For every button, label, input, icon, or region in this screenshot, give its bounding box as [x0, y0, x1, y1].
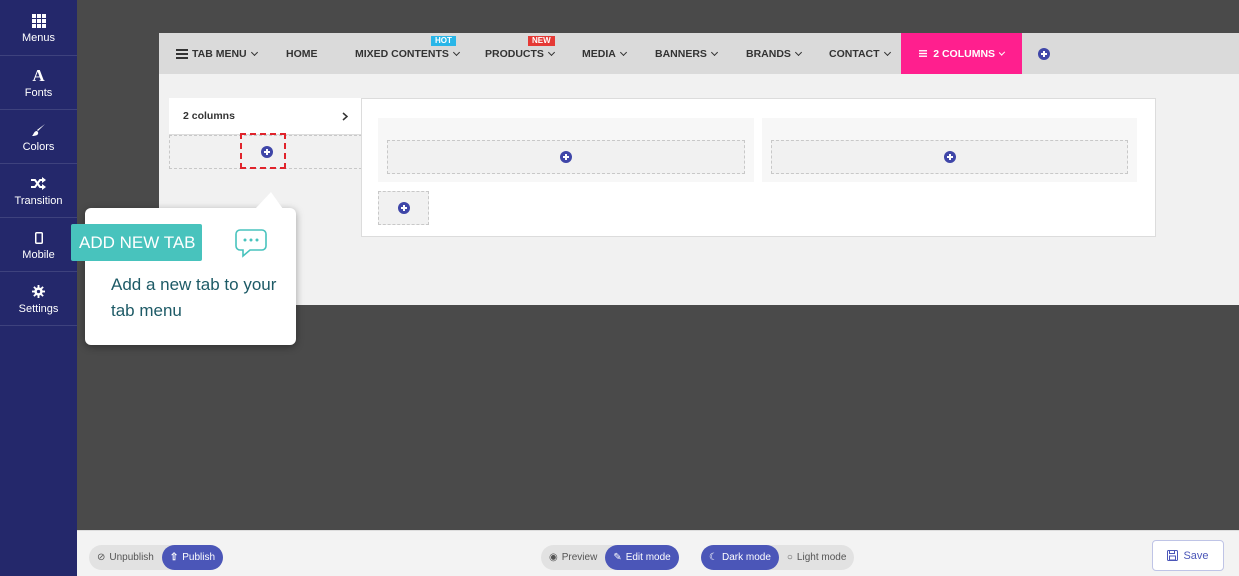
add-block-button[interactable]: [943, 151, 956, 163]
circle-icon: ○: [786, 552, 793, 563]
menu-item-label: 2 COLUMNS: [933, 47, 996, 60]
theme-toggle: ☾ Dark mode ○ Light mode: [701, 545, 855, 570]
dark-mode-button[interactable]: ☾ Dark mode: [701, 545, 779, 570]
brush-icon: [31, 121, 46, 139]
menu-item-label: PRODUCTS: [485, 47, 544, 60]
chevron-down-icon: [883, 48, 891, 56]
add-row-zone: [378, 191, 429, 225]
menu-item-label: MIXED CONTENTS: [355, 47, 449, 60]
chevron-down-icon: [794, 48, 802, 56]
menu-item-tab-menu[interactable]: TAB MENU: [176, 33, 258, 74]
view-mode-toggle: ◉ Preview ✎ Edit mode: [541, 545, 679, 570]
menu-item-contact[interactable]: CONTACT: [829, 33, 891, 74]
font-icon: A: [32, 65, 45, 85]
pencil-icon: ✎: [613, 552, 622, 563]
menu-item-label: BANNERS: [655, 47, 707, 60]
grid-icon: [31, 12, 46, 30]
plus-circle-icon: [1038, 47, 1050, 60]
sidebar-item-label: Colors: [22, 140, 55, 153]
column-1-drop-zone: [387, 140, 745, 174]
chevron-down-icon: [547, 48, 555, 56]
light-mode-button[interactable]: ○ Light mode: [779, 545, 855, 570]
chevron-down-icon: [998, 48, 1006, 56]
menu-item-label: MEDIA: [582, 47, 616, 60]
unpublish-button[interactable]: ⊘ Unpublish: [89, 545, 162, 570]
chevron-down-icon: [250, 48, 258, 56]
chevron-down-icon: [710, 48, 718, 56]
tab-menu-bar: TAB MENU HOME HOT MIXED CONTENTS NEW PRO…: [159, 33, 1239, 74]
chat-bubble-icon: [235, 229, 267, 258]
dark-mode-label: Dark mode: [721, 552, 771, 563]
menu-item-label: BRANDS: [746, 47, 791, 60]
add-menu-item-button[interactable]: [1038, 33, 1050, 74]
menu-item-label: CONTACT: [829, 47, 880, 60]
upload-icon: ⇧: [169, 552, 179, 563]
tab-item-label: 2 columns: [183, 110, 235, 122]
add-row-button[interactable]: [397, 202, 410, 214]
menu-item-mixed-contents[interactable]: HOT MIXED CONTENTS: [355, 33, 460, 74]
unpublish-label: Unpublish: [109, 552, 154, 563]
add-new-tab-button[interactable]: [260, 146, 273, 158]
menu-item-label: HOME: [286, 47, 318, 60]
column-2: [762, 118, 1137, 182]
moon-icon: ☾: [709, 552, 718, 563]
sidebar-item-colors[interactable]: Colors: [0, 110, 77, 164]
tabs-column: 2 columns: [169, 98, 362, 169]
edit-mode-label: Edit mode: [625, 552, 671, 563]
gear-icon: [32, 283, 45, 301]
eye-icon: ◉: [549, 552, 558, 563]
edit-mode-button[interactable]: ✎ Edit mode: [605, 545, 679, 570]
publish-label: Publish: [182, 552, 216, 563]
preview-label: Preview: [561, 552, 598, 563]
tab-content-panel: [361, 98, 1156, 237]
add-new-tab-tooltip: ADD NEW TAB Add a new tab to your tab me…: [71, 192, 296, 345]
chevron-down-icon: [619, 48, 627, 56]
add-block-button[interactable]: [560, 151, 572, 163]
floppy-disk-icon: [1167, 550, 1179, 561]
sidebar-item-transition[interactable]: Transition: [0, 164, 77, 218]
sidebar-item-fonts[interactable]: A Fonts: [0, 56, 77, 110]
menu-item-media[interactable]: MEDIA: [582, 33, 627, 74]
menu-item-banners[interactable]: BANNERS: [655, 33, 718, 74]
bottom-toolbar: ⊘ Unpublish ⇧ Publish ◉ Preview ✎ Edit m…: [77, 530, 1239, 576]
tab-item-2-columns[interactable]: 2 columns: [169, 98, 362, 135]
column-2-drop-zone: [771, 140, 1128, 174]
hamburger-icon: [919, 50, 928, 57]
add-new-tab-zone: [169, 133, 362, 169]
menu-preview-canvas: TAB MENU HOME HOT MIXED CONTENTS NEW PRO…: [159, 33, 1239, 305]
sidebar-item-label: Settings: [18, 302, 59, 315]
chevron-down-icon: [452, 48, 460, 56]
publish-toggle: ⊘ Unpublish ⇧ Publish: [89, 545, 224, 570]
sidebar-item-label: Transition: [14, 194, 63, 207]
save-label: Save: [1183, 549, 1209, 562]
sidebar-item-settings[interactable]: Settings: [0, 272, 77, 326]
column-1: [378, 118, 754, 182]
mobile-icon: [34, 229, 43, 247]
sidebar-item-label: Mobile: [22, 248, 55, 261]
sidebar: Menus A Fonts Colors Transition Mobile S…: [0, 0, 77, 576]
menu-item-home[interactable]: HOME: [286, 33, 318, 74]
tooltip-title: ADD NEW TAB: [71, 224, 202, 261]
shuffle-icon: [31, 175, 46, 193]
light-mode-label: Light mode: [796, 552, 847, 563]
ban-icon: ⊘: [97, 552, 106, 563]
save-button[interactable]: Save: [1152, 540, 1224, 571]
sidebar-item-menus[interactable]: Menus: [0, 0, 77, 56]
sidebar-item-label: Fonts: [24, 86, 53, 99]
tooltip-body: Add a new tab to your tab menu: [111, 275, 277, 320]
menu-item-products[interactable]: NEW PRODUCTS: [485, 33, 555, 74]
sidebar-item-mobile[interactable]: Mobile: [0, 218, 77, 272]
new-badge: NEW: [528, 36, 555, 46]
sidebar-item-label: Menus: [21, 31, 56, 44]
publish-button[interactable]: ⇧ Publish: [161, 545, 224, 570]
hot-badge: HOT: [431, 36, 456, 46]
preview-button[interactable]: ◉ Preview: [541, 545, 605, 570]
chevron-right-icon: [342, 111, 348, 121]
menu-item-2-columns[interactable]: 2 COLUMNS: [901, 33, 1022, 74]
menu-item-brands[interactable]: BRANDS: [746, 33, 802, 74]
hamburger-icon: [176, 48, 188, 59]
menu-item-label: TAB MENU: [192, 47, 247, 60]
